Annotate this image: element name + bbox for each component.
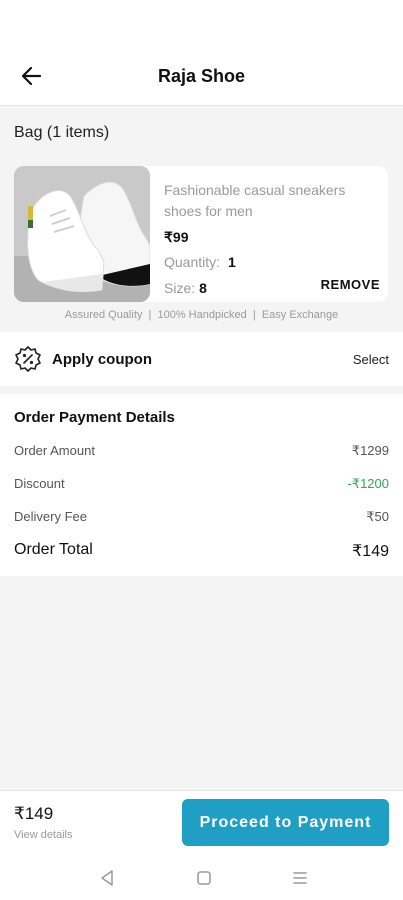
delivery-fee-row: Delivery Fee ₹50 bbox=[14, 509, 389, 529]
quantity-label: Quantity: bbox=[164, 254, 221, 270]
footer-total-price: ₹149 bbox=[14, 804, 54, 823]
select-coupon-button[interactable]: Select bbox=[353, 352, 389, 367]
product-name[interactable]: Fashionable casual sneakers shoes for me… bbox=[164, 180, 364, 222]
menu-lines-icon[interactable] bbox=[289, 867, 311, 889]
sneaker-image-icon bbox=[14, 166, 150, 302]
proceed-to-payment-button[interactable]: Proceed to Payment bbox=[182, 799, 389, 846]
discount-row: Discount -₹1200 bbox=[14, 476, 389, 496]
order-amount-value: ₹1299 bbox=[351, 443, 389, 458]
square-home-icon[interactable] bbox=[193, 867, 215, 889]
size-row: Size: 8 bbox=[164, 280, 207, 296]
quantity-row: Quantity: 1 bbox=[164, 254, 236, 270]
product-price: ₹99 bbox=[164, 229, 189, 245]
apply-coupon-row[interactable]: Apply coupon Select bbox=[0, 332, 403, 386]
order-amount-label: Order Amount bbox=[14, 443, 95, 458]
discount-label: Discount bbox=[14, 476, 65, 491]
view-details-link[interactable]: View details bbox=[14, 829, 73, 841]
delivery-fee-value: ₹50 bbox=[366, 509, 389, 524]
page-title: Raja Shoe bbox=[157, 66, 246, 86]
order-total-label: Order Total bbox=[14, 541, 93, 558]
system-nav-bar bbox=[0, 867, 403, 889]
order-total-row: Order Total ₹149 bbox=[14, 541, 389, 561]
app-header: Raja Shoe bbox=[0, 0, 403, 106]
bag-section: Bag (1 items) Fashionable casual sneaker… bbox=[0, 106, 403, 330]
triangle-back-icon[interactable] bbox=[96, 867, 118, 889]
order-payment-details: Order Payment Details Order Amount ₹1299… bbox=[0, 394, 403, 576]
product-image[interactable] bbox=[14, 166, 150, 302]
order-amount-row: Order Amount ₹1299 bbox=[14, 443, 389, 463]
size-label: Size: bbox=[164, 280, 196, 296]
assurance-text: Assured Quality | 100% Handpicked | Easy… bbox=[64, 309, 339, 321]
bag-item-card: Fashionable casual sneakers shoes for me… bbox=[14, 166, 388, 302]
size-value: 8 bbox=[199, 280, 207, 296]
delivery-fee-label: Delivery Fee bbox=[14, 509, 87, 524]
checkout-footer: ₹149 View details Proceed to Payment bbox=[0, 790, 403, 900]
percent-badge-icon bbox=[15, 346, 41, 372]
quantity-value: 1 bbox=[228, 254, 236, 270]
order-total-value: ₹149 bbox=[352, 543, 389, 560]
apply-coupon-label: Apply coupon bbox=[52, 351, 152, 368]
bag-title: Bag (1 items) bbox=[14, 124, 110, 141]
discount-value: -₹1200 bbox=[347, 476, 389, 491]
payment-title: Order Payment Details bbox=[14, 409, 175, 426]
remove-button[interactable]: REMOVE bbox=[321, 277, 380, 292]
